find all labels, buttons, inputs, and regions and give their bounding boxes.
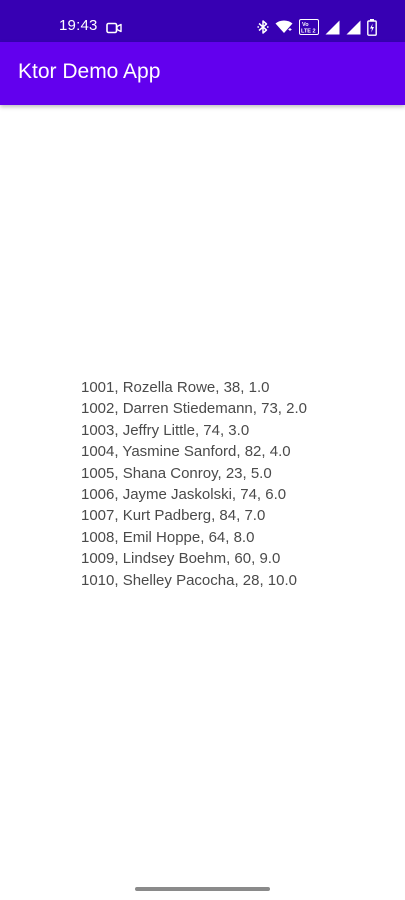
list-item: 1007, Kurt Padberg, 84, 7.0 xyxy=(81,507,266,525)
app-title: Ktor Demo App xyxy=(18,60,161,83)
video-camera-icon xyxy=(106,21,122,34)
cell-signal-icon xyxy=(325,20,340,35)
cell-signal-icon xyxy=(346,20,361,35)
wifi-icon xyxy=(275,20,293,34)
app-bar: Ktor Demo App xyxy=(0,42,405,105)
list-item: 1005, Shana Conroy, 23, 5.0 xyxy=(81,464,272,482)
gesture-nav-handle[interactable] xyxy=(135,887,270,891)
list-item: 1009, Lindsey Boehm, 60, 9.0 xyxy=(81,550,281,568)
svg-text:Vo: Vo xyxy=(302,22,309,28)
list-item: 1002, Darren Stiedemann, 73, 2.0 xyxy=(81,400,307,418)
list-item: 1010, Shelley Pacocha, 28, 10.0 xyxy=(81,571,297,589)
status-icons: Vo LTE 2 xyxy=(257,17,377,37)
status-time: 19:43 xyxy=(59,17,98,34)
list-item: 1004, Yasmine Sanford, 82, 4.0 xyxy=(81,443,291,461)
status-bar: 19:43 Vo LTE 2 xyxy=(0,0,405,42)
user-list: 1001, Rozella Rowe, 38, 1.0 1002, Darren… xyxy=(81,377,307,591)
list-item: 1003, Jeffry Little, 74, 3.0 xyxy=(81,421,250,439)
list-item: 1008, Emil Hoppe, 64, 8.0 xyxy=(81,528,255,546)
content-area: 1001, Rozella Rowe, 38, 1.0 1002, Darren… xyxy=(0,105,405,900)
battery-icon xyxy=(367,18,377,36)
svg-text:LTE 2: LTE 2 xyxy=(301,29,316,35)
list-item: 1006, Jayme Jaskolski, 74, 6.0 xyxy=(81,486,287,504)
volte-icon: Vo LTE 2 xyxy=(299,19,319,35)
list-item: 1001, Rozella Rowe, 38, 1.0 xyxy=(81,379,270,396)
screen: 19:43 Vo LTE 2 Ktor Demo App 1001, Rozel… xyxy=(0,0,405,900)
bluetooth-icon xyxy=(257,19,269,35)
